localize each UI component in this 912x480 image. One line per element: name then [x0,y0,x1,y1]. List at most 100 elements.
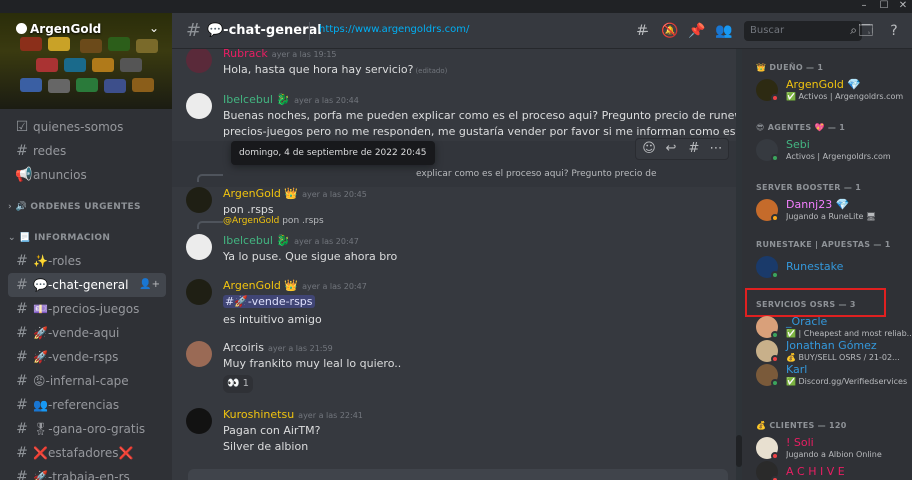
reply-preview[interactable]: explicar como es el proceso aqui? Pregun… [416,169,657,179]
member-group-title: SERVICIOS OSRS — 3 [756,300,856,309]
thread-icon[interactable]: # [684,141,704,157]
channel-label: ✨-roles [33,254,82,268]
message-timestamp: ayer a las 20:45 [302,190,367,199]
avatar[interactable] [186,187,212,213]
add-reaction-icon[interactable]: ☺ [639,141,659,157]
hash-icon: # [16,301,28,317]
member-item[interactable]: Dannj23 💎 Jugando a RuneLite 🖥 [756,195,906,225]
channel-item[interactable]: # redes [8,139,166,163]
channel-category[interactable]: ⌄ 📃 INFORMACION [8,218,172,249]
member-name: Dannj23 💎 [786,198,850,211]
member-group-title: SERVER BOOSTER — 1 [756,183,862,192]
channel-item[interactable]: 📢 anuncios [8,163,166,187]
hash-icon: # [16,325,28,341]
threads-icon[interactable]: #̶ [632,21,652,41]
channel-topic-link[interactable]: https://www.argengoldrs.com/ [319,24,469,35]
channel-item[interactable]: # 🎖-gana-oro-gratis [8,417,166,441]
role-badge-icon: 👑 [280,279,299,292]
message-author[interactable]: ArgenGold 👑 ayer a las 20:45 [223,187,367,200]
author-name[interactable]: Kuroshinetsu [223,408,294,421]
channel-item[interactable]: # 😡-infernal-cape [8,369,166,393]
more-icon[interactable]: ⋯ [706,141,726,157]
server-name[interactable]: ArgenGold [16,22,101,36]
author-name[interactable]: Ibelcebul [223,93,273,106]
invite-member-icon[interactable]: 👤+ [139,273,160,297]
avatar[interactable] [186,234,212,260]
channel-item[interactable]: # 💬-chat-general 👤+ [8,273,166,297]
message-author[interactable]: Kuroshinetsu ayer a las 22:41 [223,408,363,421]
member-list-icon[interactable]: 👥 [714,21,734,41]
member-name: Sebi [786,138,810,151]
member-item[interactable]: ArgenGold 💎 ✅ Activos | Argengoldrs.com [756,75,906,105]
channel-label: redes [33,144,67,158]
search-placeholder: Buscar [750,25,785,36]
close-icon[interactable]: ✕ [894,0,912,13]
header-divider [309,22,310,40]
author-name[interactable]: Rubrack [223,49,268,60]
channel-item[interactable]: # 🚀-vende-aqui [8,321,166,345]
author-name[interactable]: ArgenGold [223,279,281,292]
channel-item[interactable]: # ❌estafadores❌ [8,441,166,465]
reaction-button[interactable]: 👀 1 [223,375,253,393]
reply-connector [197,221,223,229]
channel-mention[interactable]: #🚀-vende-rsps [223,294,315,310]
help-icon[interactable]: ? [884,21,904,41]
search-input[interactable]: Buscar ⌕ [744,21,862,41]
channel-item[interactable]: # 🚀-vende-rsps [8,345,166,369]
channel-item[interactable]: # ✨-roles [8,249,166,273]
message-author[interactable]: Arcoiris ayer a las 21:59 [223,341,333,354]
reply-icon[interactable]: ↩ [661,141,681,157]
author-name[interactable]: ArgenGold [223,187,281,200]
mention-link[interactable]: #🚀-vende-rsps [223,295,315,308]
message-author[interactable]: Ibelcebul 🐉 ayer a las 20:47 [223,234,359,247]
channel-label: 😡-infernal-cape [33,374,129,388]
message-composer[interactable] [188,469,728,480]
message-timestamp: ayer a las 20:44 [294,96,359,105]
pin-icon[interactable]: 📌 [687,21,707,41]
message-author[interactable]: Ibelcebul 🐉 ayer a las 20:44 [223,93,359,106]
hash-icon: # [16,469,28,480]
channel-item[interactable]: # 👥-referencias [8,393,166,417]
message-toolbar: ☺ ↩ # ⋯ [635,138,729,160]
message-timestamp: ayer a las 21:59 [267,344,333,353]
avatar[interactable] [186,341,212,367]
avatar[interactable] [186,279,212,305]
mute-bell-icon[interactable]: 🔕 [660,21,680,41]
hash-icon: # [16,373,28,389]
status-indicator [771,476,779,480]
message-text: Silver de albion [223,440,309,453]
status-indicator [771,94,779,102]
message-timestamp: ayer a las 22:41 [298,411,363,420]
member-name: Karl [786,363,808,376]
minimize-icon[interactable]: – [855,0,873,13]
member-item[interactable]: Sebi Activos | Argengoldrs.com [756,135,906,165]
maximize-icon[interactable]: ☐ [875,0,893,13]
avatar[interactable] [186,408,212,434]
member-item[interactable]: A C H I V E [756,457,906,480]
author-name[interactable]: Arcoiris [223,341,264,354]
channel-item[interactable]: # 🚀-trabaja-en-rs [8,465,166,480]
channel-item[interactable]: # 💷-precios-juegos [8,297,166,321]
status-indicator [771,271,779,279]
avatar[interactable] [186,49,212,73]
member-activity: ✅ Activos | Argengoldrs.com [786,92,904,101]
message-text: Muy frankito muy leal lo quiero.. [223,357,402,370]
hash-icon: # [16,277,28,293]
message-author[interactable]: ArgenGold 👑 ayer a las 20:47 [223,279,367,292]
channel-category[interactable]: › 🔊 ORDENES URGENTES [8,187,172,218]
member-name: ! Soli [786,436,814,449]
avatar[interactable] [186,93,212,119]
member-name: Runestake [786,260,844,273]
message-timestamp: ayer a las 20:47 [294,237,359,246]
member-item[interactable]: Karl ✅ Discord.gg/Verifiedservices [756,360,907,390]
member-item[interactable]: Runestake [756,252,906,282]
message-timestamp: ayer a las 19:15 [271,50,337,59]
author-name[interactable]: Ibelcebul [223,234,273,247]
chevron-down-icon[interactable]: ⌄ [149,21,159,35]
channel-label: 🚀-trabaja-en-rs [33,470,130,480]
message-text: Ya lo puse. Que sigue ahora bro [223,250,398,263]
inbox-icon[interactable]: 🗔 [856,21,876,41]
reply-preview[interactable]: @ArgenGold pon .rsps [223,216,324,226]
channel-item[interactable]: ☑ quienes-somos [8,115,166,139]
message-author[interactable]: Rubrack ayer a las 19:15 [223,49,337,60]
